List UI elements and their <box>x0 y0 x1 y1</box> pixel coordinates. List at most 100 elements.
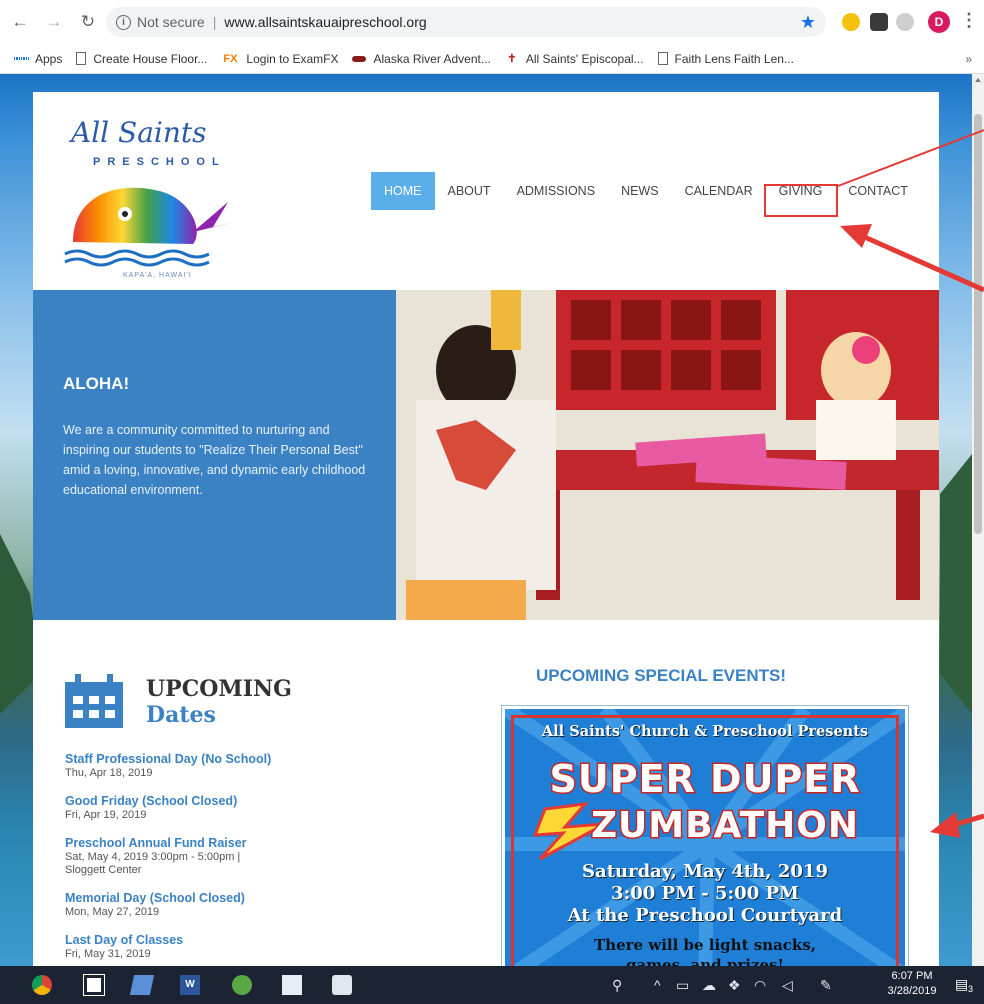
system-clock[interactable]: 6:07 PM 3/28/2019 <box>880 969 944 999</box>
bookmark-faith-lens[interactable]: Faith Lens Faith Len... <box>657 51 794 66</box>
browser-toolbar: ← → ↻ i Not secure | www.allsaintskauaip… <box>0 0 984 44</box>
list-item[interactable]: Good Friday (School Closed) Fri, Apr 19,… <box>65 794 345 822</box>
info-icon[interactable]: i <box>116 14 131 30</box>
whale-logo-icon <box>64 187 235 267</box>
hero-description: We are a community committed to nurturin… <box>63 423 366 497</box>
address-bar[interactable]: i Not secure | www.allsaintskauaiprescho… <box>106 7 826 37</box>
hero-classroom-photo <box>396 290 939 620</box>
hero-section: ALOHA! We are a community committed to n… <box>33 290 939 620</box>
site-container: All Saints PRESCHOOL KAPA'A, HAWAI'I HOM… <box>33 92 939 966</box>
onedrive-icon[interactable]: ☁ <box>702 977 716 994</box>
extension-search-icon[interactable] <box>842 13 860 31</box>
flyer-snacks-line: There will be light snacks, <box>594 936 816 954</box>
bookmark-create-house[interactable]: Create House Floor... <box>76 52 207 66</box>
list-item[interactable]: Memorial Day (School Closed) Mon, May 27… <box>65 891 345 919</box>
bookmark-label: Apps <box>35 51 63 66</box>
list-item[interactable]: Preschool Annual Fund Raiser Sat, May 4,… <box>65 836 345 877</box>
extension-circle-icon[interactable] <box>896 13 914 31</box>
action-center-icon[interactable]: 3 ▤ <box>955 976 973 994</box>
notes-icon[interactable] <box>129 975 155 995</box>
bookmark-label: Faith Lens Faith Len... <box>674 51 794 66</box>
people-icon[interactable]: ⚲ <box>612 977 622 994</box>
notification-count: 3 <box>967 984 973 994</box>
chrome-icon[interactable] <box>32 975 52 995</box>
battery-icon[interactable]: ▭ <box>676 977 689 994</box>
bookmarks-bar: Apps Create House Floor... FX Login to E… <box>0 44 984 74</box>
flyer-place: At the Preschool Courtyard <box>567 905 843 926</box>
flyer-headline-2: ZUMBATHON <box>589 804 860 848</box>
event-date: Sat, May 4, 2019 3:00pm - 5:00pm | Slogg… <box>65 851 241 876</box>
forward-arrow-icon[interactable]: → <box>44 12 64 32</box>
dropbox-icon[interactable]: ❖ <box>728 977 741 994</box>
special-events-title: UPCOMING SPECIAL EVENTS! <box>536 666 786 685</box>
list-item[interactable]: Staff Professional Day (No School) Thu, … <box>65 752 345 780</box>
fx-icon: FX <box>223 52 238 65</box>
bookmark-examfx[interactable]: FX Login to ExamFX <box>221 52 338 66</box>
bookmark-label: Login to ExamFX <box>246 51 339 66</box>
nav-about[interactable]: ABOUT <box>435 172 504 210</box>
event-title[interactable]: Preschool Annual Fund Raiser <box>65 836 345 851</box>
calculator-icon[interactable] <box>83 974 105 996</box>
nav-contact[interactable]: CONTACT <box>835 172 921 210</box>
extension-box-icon[interactable] <box>870 13 888 31</box>
clock-time: 6:07 PM <box>891 970 933 982</box>
reload-icon[interactable]: ↻ <box>78 12 98 32</box>
nav-home[interactable]: HOME <box>371 172 435 210</box>
scrollbar-thumb[interactable] <box>974 114 982 534</box>
annotation-highlight-box <box>764 184 838 217</box>
page-icon <box>76 52 87 65</box>
url-text[interactable]: www.allsaintskauaipreschool.org <box>224 14 426 30</box>
boat-icon <box>352 55 367 62</box>
bookmark-apps[interactable]: Apps <box>14 52 62 66</box>
security-status: Not secure <box>137 14 205 30</box>
event-title[interactable]: Staff Professional Day (No School) <box>65 752 345 767</box>
site-logo[interactable]: All Saints PRESCHOOL KAPA'A, HAWAI'I <box>63 112 243 279</box>
hero-heading: ALOHA! <box>63 374 130 393</box>
event-title[interactable]: Good Friday (School Closed) <box>65 794 345 809</box>
windows-taskbar: W ⚲ ^ ▭ ☁ ❖ ◠ ◁ ✎ 6:07 PM 3/28/2019 3 ▤ <box>0 966 984 1004</box>
event-title[interactable]: Last Day of Classes <box>65 933 345 948</box>
list-item[interactable]: Last Day of Classes Fri, May 31, 2019 <box>65 933 345 961</box>
upcoming-title: UPCOMING <box>146 676 292 702</box>
scroll-up-arrow-icon[interactable] <box>975 78 981 82</box>
hero-text-panel: ALOHA! We are a community committed to n… <box>33 290 396 620</box>
bookmarks-overflow-icon[interactable]: » <box>965 52 972 66</box>
zumbathon-flyer[interactable]: All Saints' Church & Preschool Presents … <box>501 705 909 966</box>
tray-expand-icon[interactable]: ^ <box>654 977 661 993</box>
back-arrow-icon[interactable]: ← <box>10 12 30 32</box>
page-viewport: All Saints PRESCHOOL KAPA'A, HAWAI'I HOM… <box>0 74 972 966</box>
menu-kebab-icon[interactable]: ⋮ <box>960 10 978 31</box>
bookmark-all-saints[interactable]: ✝ All Saints' Episcopal... <box>505 52 643 66</box>
divider: | <box>212 14 217 30</box>
bookmark-label: Create House Floor... <box>93 51 208 66</box>
page-scrollbar[interactable] <box>972 74 984 966</box>
mail-icon[interactable] <box>332 975 352 995</box>
bookmark-label: Alaska River Advent... <box>373 51 491 66</box>
event-date: Fri, May 31, 2019 <box>65 948 151 960</box>
page-icon <box>657 52 668 65</box>
events-list: Staff Professional Day (No School) Thu, … <box>65 752 345 966</box>
nav-calendar[interactable]: CALENDAR <box>672 172 766 210</box>
nav-news[interactable]: NEWS <box>608 172 672 210</box>
calendar-app-icon[interactable] <box>282 975 302 995</box>
upcoming-subtitle: Dates <box>146 702 216 728</box>
flyer-snacks: There will be light snacks, games, and p… <box>505 935 905 966</box>
cross-icon: ✝ <box>507 53 517 65</box>
clock-date: 3/28/2019 <box>887 985 937 997</box>
event-date: Fri, Apr 19, 2019 <box>65 809 147 821</box>
calendar-icon <box>65 674 123 728</box>
classroom-illustration <box>396 290 939 620</box>
flyer-details: Saturday, May 4th, 2019 3:00 PM - 5:00 P… <box>505 861 905 927</box>
logo-place: KAPA'A, HAWAI'I <box>123 272 192 279</box>
word-icon[interactable]: W <box>180 975 200 995</box>
nav-admissions[interactable]: ADMISSIONS <box>504 172 609 210</box>
wifi-icon[interactable]: ◠ <box>754 977 766 994</box>
profile-avatar[interactable]: D <box>928 11 950 33</box>
bookmark-alaska[interactable]: Alaska River Advent... <box>352 51 491 66</box>
pen-icon[interactable]: ✎ <box>820 977 832 994</box>
event-title[interactable]: Memorial Day (School Closed) <box>65 891 345 906</box>
photos-icon[interactable] <box>232 975 252 995</box>
bookmark-star-icon[interactable]: ★ <box>800 12 816 33</box>
volume-icon[interactable]: ◁ <box>782 977 793 994</box>
main-navigation: HOME ABOUT ADMISSIONS NEWS CALENDAR GIVI… <box>371 172 921 210</box>
